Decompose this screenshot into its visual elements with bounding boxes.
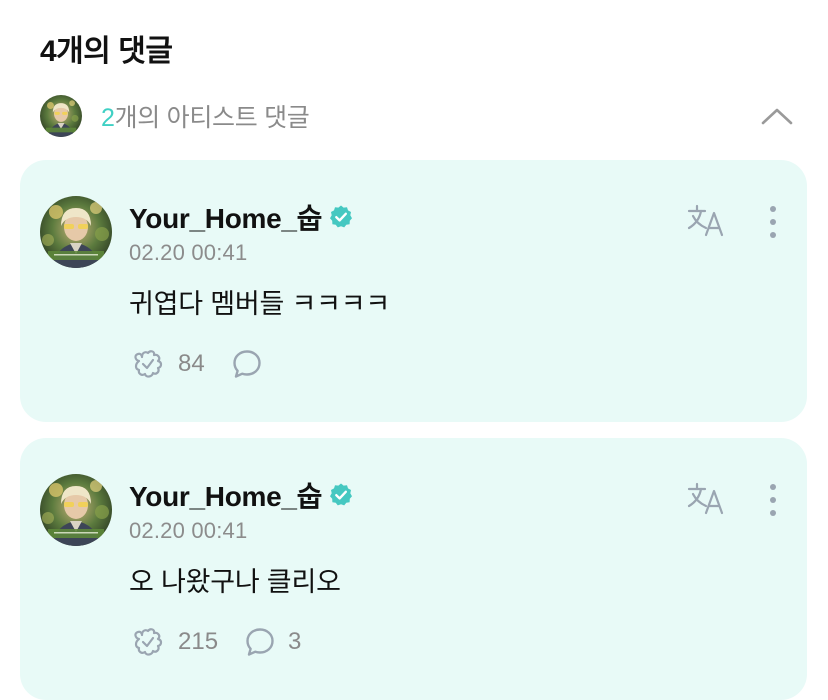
artist-comments-label: 2개의 아티스트 댓글 [101, 98, 310, 134]
reply-button[interactable]: 3 [244, 626, 301, 658]
translate-icon[interactable] [684, 202, 728, 240]
like-button[interactable]: 215 [130, 625, 218, 659]
comment-author[interactable]: Your_Home_숩 [129, 475, 354, 515]
reply-count: 3 [288, 628, 302, 655]
author-name: Your_Home_숩 [129, 203, 323, 234]
reply-icon [244, 626, 276, 658]
avatar[interactable] [40, 196, 112, 268]
verified-badge-icon [328, 482, 354, 508]
like-count: 84 [178, 350, 205, 377]
artist-comments-count: 2 [101, 104, 115, 132]
reply-button[interactable] [231, 348, 275, 380]
comments-count-title: 4개의 댓글 [40, 35, 173, 68]
more-options-icon[interactable] [762, 204, 784, 240]
comment-actions: 215 3 [130, 624, 327, 660]
artist-avatar [40, 95, 82, 137]
comment-text: 오 나왔구나 클리오 [129, 567, 341, 597]
avatar[interactable] [40, 474, 112, 546]
comment-text: 귀엽다 멤버들 ㅋㅋㅋㅋ [129, 289, 391, 319]
comment-author[interactable]: Your_Home_숩 [129, 197, 354, 237]
artist-comments-toggle-row[interactable]: 2개의 아티스트 댓글 [40, 92, 800, 140]
reply-icon [231, 348, 263, 380]
author-name: Your_Home_숩 [129, 481, 323, 512]
comment-card: Your_Home_숩 02.20 00:41 귀엽다 멤버들 ㅋㅋㅋㅋ 84 [20, 160, 807, 422]
like-icon [130, 625, 166, 659]
more-options-icon[interactable] [762, 482, 784, 518]
translate-icon[interactable] [684, 480, 728, 518]
like-icon [130, 347, 166, 381]
like-count: 215 [178, 628, 219, 655]
comment-timestamp: 02.20 00:41 [129, 518, 248, 543]
like-button[interactable]: 84 [130, 347, 205, 381]
comment-actions: 84 [130, 346, 301, 382]
artist-comments-text: 개의 아티스트 댓글 [114, 104, 310, 132]
comments-page: 4개의 댓글 2개의 아티스트 댓글 Your_Home_숩 02.20 00:… [0, 0, 828, 700]
comment-timestamp: 02.20 00:41 [129, 240, 248, 265]
chevron-up-icon[interactable] [760, 100, 794, 134]
comment-card: Your_Home_숩 02.20 00:41 오 나왔구나 클리오 215 3 [20, 438, 807, 700]
verified-badge-icon [328, 204, 354, 230]
